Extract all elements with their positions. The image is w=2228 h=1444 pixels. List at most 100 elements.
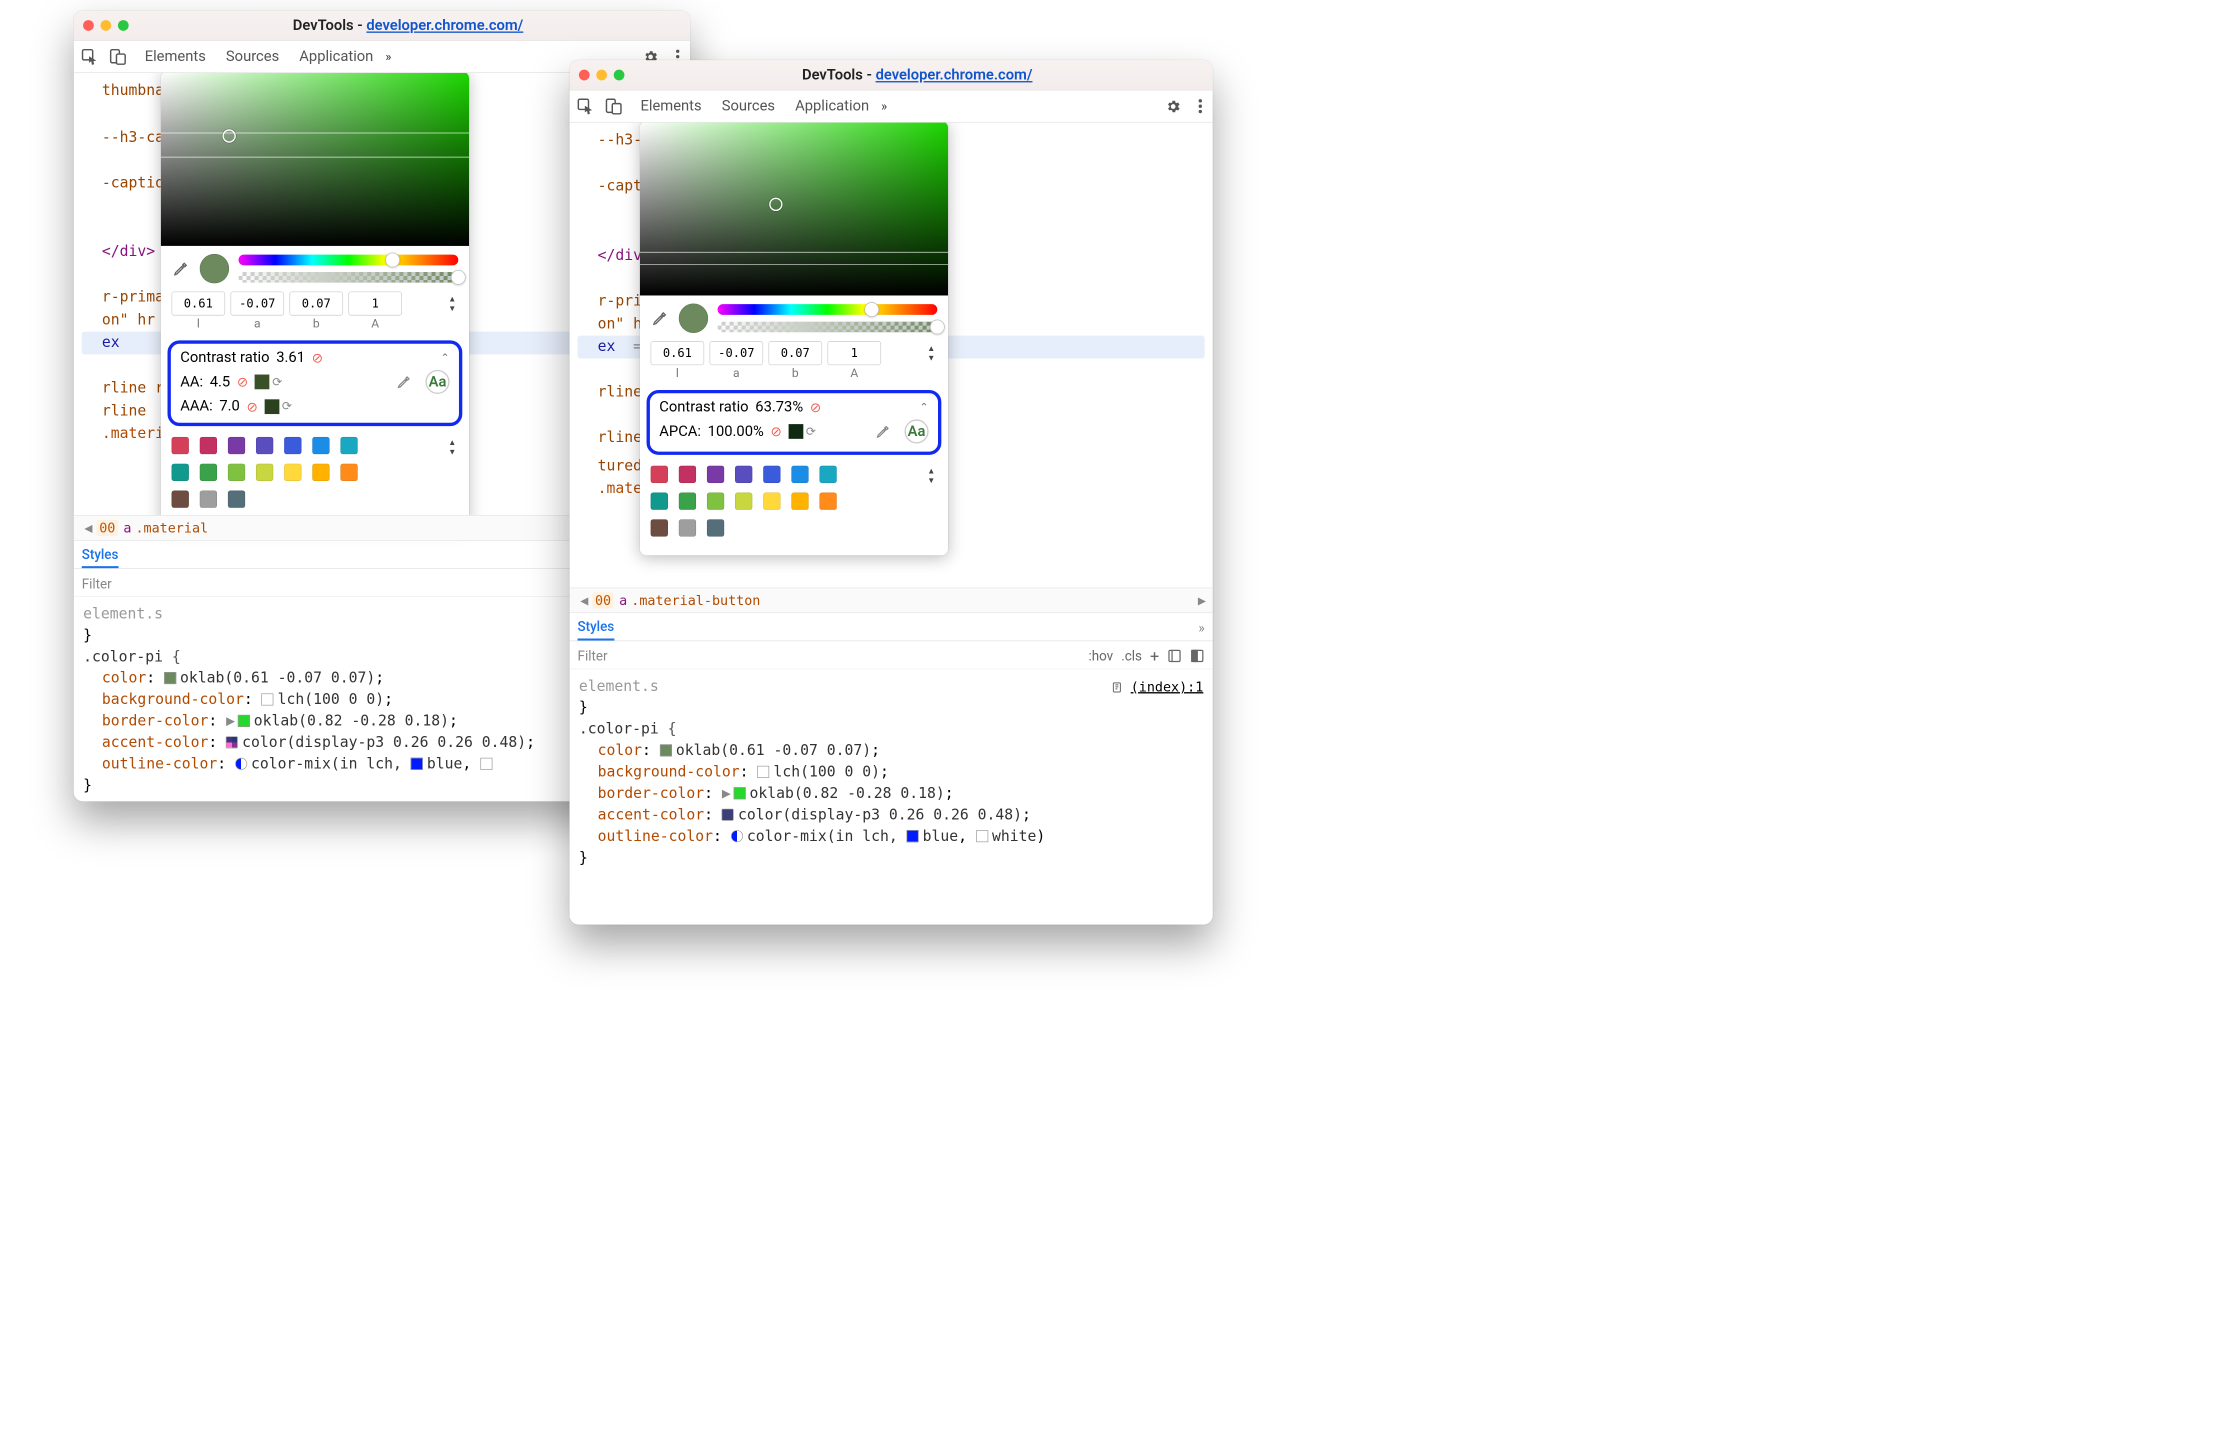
palette-swatch[interactable] bbox=[735, 492, 752, 509]
input-a[interactable] bbox=[230, 291, 284, 315]
new-rule-button[interactable]: + bbox=[1150, 646, 1159, 665]
palette-swatch[interactable] bbox=[679, 466, 696, 483]
color-spectrum[interactable] bbox=[640, 123, 948, 296]
input-l[interactable] bbox=[651, 341, 705, 365]
input-l[interactable] bbox=[172, 291, 226, 315]
spectrum-cursor[interactable] bbox=[222, 129, 235, 142]
palette-swatch[interactable] bbox=[312, 464, 329, 481]
palette-swatch[interactable] bbox=[791, 466, 808, 483]
collapse-icon[interactable]: ⌃ bbox=[920, 401, 929, 414]
palette-swatch[interactable] bbox=[707, 519, 724, 536]
cls-toggle[interactable]: .cls bbox=[1121, 648, 1142, 664]
collapse-icon[interactable]: ⌃ bbox=[441, 351, 450, 364]
breadcrumb-item[interactable]: 00 bbox=[97, 520, 119, 536]
sub-tabs-overflow[interactable]: » bbox=[1198, 619, 1204, 635]
palette-swatch[interactable] bbox=[172, 437, 189, 454]
palette-swatch[interactable] bbox=[200, 437, 217, 454]
computed-toggle-icon[interactable] bbox=[1190, 648, 1205, 663]
minimize-icon[interactable] bbox=[101, 20, 112, 31]
styles-sidebar-icon[interactable] bbox=[1167, 648, 1182, 663]
aaa-swatches[interactable]: ⟳ bbox=[264, 399, 292, 414]
palette-swatch[interactable] bbox=[763, 466, 780, 483]
input-alpha[interactable] bbox=[827, 341, 881, 365]
palette-swatch[interactable] bbox=[256, 464, 273, 481]
tab-elements[interactable]: Elements bbox=[145, 43, 206, 70]
palette-swatch[interactable] bbox=[312, 437, 329, 454]
filter-input[interactable]: Filter bbox=[578, 648, 608, 664]
hov-toggle[interactable]: :hov bbox=[1088, 648, 1113, 664]
palette-swatch[interactable] bbox=[651, 519, 668, 536]
tab-styles[interactable]: Styles bbox=[578, 614, 615, 640]
eyedropper-icon[interactable] bbox=[172, 259, 191, 278]
palette-updown[interactable]: ▲▼ bbox=[446, 438, 458, 455]
kebab-icon[interactable] bbox=[1195, 99, 1206, 113]
palette-swatch[interactable] bbox=[707, 466, 724, 483]
palette-swatch[interactable] bbox=[228, 490, 245, 507]
breadcrumb-prev[interactable]: ◀ bbox=[580, 592, 588, 608]
palette-swatch[interactable] bbox=[819, 466, 836, 483]
hue-slider[interactable] bbox=[718, 304, 938, 315]
window-controls[interactable] bbox=[579, 70, 625, 81]
tab-application[interactable]: Application bbox=[795, 92, 869, 119]
tabs-overflow-icon[interactable]: » bbox=[881, 98, 887, 113]
alpha-slider[interactable] bbox=[718, 322, 938, 333]
color-picker[interactable]: ▲▼ labA Contrast ratio 63.73% ⊘ ⌃ APCA: bbox=[640, 123, 948, 556]
tab-sources[interactable]: Sources bbox=[226, 43, 279, 70]
palette-swatch[interactable] bbox=[763, 492, 780, 509]
breadcrumb-item[interactable]: a bbox=[123, 520, 131, 536]
palette-swatch[interactable] bbox=[284, 464, 301, 481]
breadcrumb[interactable]: ◀ 00 a .material-button ▶ bbox=[570, 588, 1213, 613]
palette-swatch[interactable] bbox=[707, 492, 724, 509]
tab-elements[interactable]: Elements bbox=[641, 92, 702, 119]
eyedropper-icon[interactable] bbox=[651, 309, 670, 328]
palette-swatch[interactable] bbox=[200, 464, 217, 481]
palette-swatch[interactable] bbox=[228, 437, 245, 454]
palette-swatch[interactable] bbox=[284, 437, 301, 454]
color-picker[interactable]: ▲▼ labA Contrast ratio 3.61 ⊘ ⌃ AA: bbox=[161, 73, 469, 527]
device-toolbar-icon[interactable] bbox=[109, 47, 128, 66]
maximize-icon[interactable] bbox=[118, 20, 129, 31]
breadcrumb-item[interactable]: .material bbox=[135, 520, 208, 536]
color-spectrum[interactable] bbox=[161, 73, 469, 246]
styles-pane[interactable]: (index):1 element.s } .color-pi { color:… bbox=[570, 671, 1213, 925]
gear-icon[interactable] bbox=[1164, 97, 1183, 116]
palette-swatch[interactable] bbox=[228, 464, 245, 481]
aa-swatches[interactable]: ⟳ bbox=[255, 375, 283, 390]
breadcrumb-item[interactable]: 00 bbox=[592, 592, 614, 608]
palette-swatch[interactable] bbox=[735, 466, 752, 483]
hue-slider[interactable] bbox=[239, 255, 459, 266]
palette-swatch[interactable] bbox=[651, 466, 668, 483]
device-toolbar-icon[interactable] bbox=[604, 97, 623, 116]
source-link[interactable]: (index):1 bbox=[1111, 676, 1204, 697]
palette-swatch[interactable] bbox=[651, 492, 668, 509]
alpha-slider[interactable] bbox=[239, 272, 459, 283]
window-controls[interactable] bbox=[83, 20, 129, 31]
format-switcher[interactable]: ▲▼ bbox=[925, 344, 937, 361]
format-switcher[interactable]: ▲▼ bbox=[446, 295, 458, 312]
palette-swatch[interactable] bbox=[256, 437, 273, 454]
minimize-icon[interactable] bbox=[596, 70, 607, 81]
breadcrumb-item[interactable]: a bbox=[619, 592, 627, 608]
input-b[interactable] bbox=[768, 341, 822, 365]
tab-styles[interactable]: Styles bbox=[82, 542, 119, 568]
inspect-icon[interactable] bbox=[80, 47, 99, 66]
eyedropper-icon[interactable] bbox=[395, 373, 414, 392]
contrast-preview-pill[interactable]: Aa bbox=[425, 370, 449, 394]
palette-swatch[interactable] bbox=[819, 492, 836, 509]
close-icon[interactable] bbox=[579, 70, 590, 81]
palette-swatch[interactable] bbox=[340, 464, 357, 481]
palette-swatch[interactable] bbox=[679, 492, 696, 509]
palette-swatch[interactable] bbox=[172, 490, 189, 507]
close-icon[interactable] bbox=[83, 20, 94, 31]
eyedropper-icon[interactable] bbox=[874, 422, 893, 441]
palette-swatch[interactable] bbox=[200, 490, 217, 507]
input-b[interactable] bbox=[289, 291, 343, 315]
palette-updown[interactable]: ▲▼ bbox=[925, 467, 937, 484]
tabs-overflow-icon[interactable]: » bbox=[385, 49, 391, 64]
maximize-icon[interactable] bbox=[614, 70, 625, 81]
tab-sources[interactable]: Sources bbox=[722, 92, 775, 119]
input-a[interactable] bbox=[710, 341, 764, 365]
palette-swatch[interactable] bbox=[679, 519, 696, 536]
palette-swatch[interactable] bbox=[340, 437, 357, 454]
apca-swatches[interactable]: ⟳ bbox=[788, 424, 816, 439]
